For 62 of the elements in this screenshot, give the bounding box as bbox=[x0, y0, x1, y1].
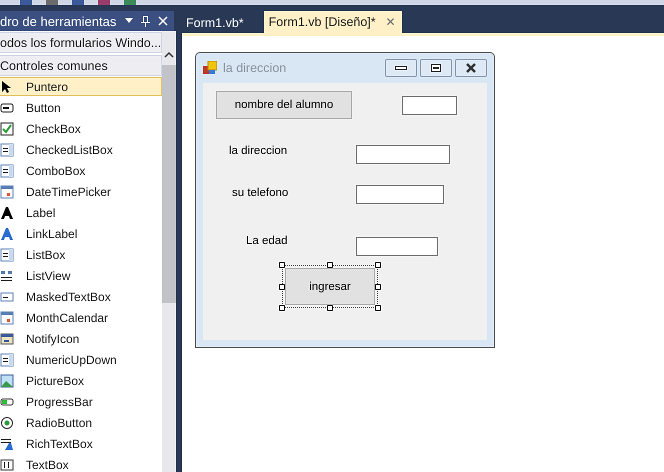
toolbox-item[interactable]: CheckedListBox bbox=[0, 140, 162, 159]
text-field[interactable] bbox=[356, 237, 438, 256]
form-title: la direccion bbox=[223, 61, 286, 75]
toolbox-item[interactable]: ProgressBar bbox=[0, 392, 162, 411]
toolbox-item[interactable]: RichTextBox bbox=[0, 434, 162, 453]
resize-handle[interactable] bbox=[327, 305, 333, 311]
toolbox-item[interactable]: PictureBox bbox=[0, 371, 162, 390]
close-icon bbox=[465, 63, 477, 73]
resize-handle[interactable] bbox=[279, 305, 285, 311]
close-button[interactable] bbox=[455, 59, 487, 77]
maximize-button[interactable] bbox=[420, 59, 452, 77]
scrollbar[interactable] bbox=[162, 31, 176, 472]
minimize-button[interactable] bbox=[385, 59, 417, 77]
toolbox-title: dro de herramientas bbox=[0, 14, 116, 28]
form-button[interactable]: nombre del alumno bbox=[216, 91, 352, 119]
form-button[interactable]: ingresar bbox=[285, 268, 375, 305]
scroll-up-icon[interactable] bbox=[164, 51, 174, 59]
toolbox-item[interactable]: LinkLabel bbox=[0, 224, 162, 243]
text-field[interactable] bbox=[402, 96, 457, 115]
toolbox-item[interactable]: TextBox bbox=[0, 455, 162, 472]
dropdown-icon[interactable] bbox=[125, 18, 133, 24]
resize-handle[interactable] bbox=[279, 262, 285, 268]
close-icon[interactable] bbox=[158, 16, 168, 26]
text-field[interactable] bbox=[356, 145, 450, 164]
minimize-icon bbox=[395, 66, 407, 70]
resize-handle[interactable] bbox=[327, 262, 333, 268]
toolbox-item[interactable]: DateTimePicker bbox=[0, 182, 162, 201]
toolbox-item[interactable]: RadioButton bbox=[0, 413, 162, 432]
resize-handle[interactable] bbox=[375, 305, 381, 311]
close-tab-button[interactable]: ✕ bbox=[386, 15, 396, 29]
toolbox-item[interactable]: NumericUpDown bbox=[0, 350, 162, 369]
resize-handle[interactable] bbox=[375, 284, 381, 290]
form-label: La edad bbox=[246, 235, 288, 247]
resize-handle[interactable] bbox=[279, 284, 285, 290]
toolbox-item[interactable]: NotifyIcon bbox=[0, 329, 162, 348]
resize-handle[interactable] bbox=[375, 262, 381, 268]
label-icon bbox=[0, 206, 14, 220]
document-tab[interactable]: Form1.vb* bbox=[186, 13, 250, 33]
picture-box-icon bbox=[0, 374, 14, 388]
toolbox-item[interactable]: MonthCalendar bbox=[0, 308, 162, 327]
toolbox-item[interactable]: Button bbox=[0, 98, 162, 117]
toolbox-item[interactable]: Label bbox=[0, 203, 162, 222]
rich-text-box-icon bbox=[0, 436, 14, 450]
document-tab[interactable]: Form1.vb [Diseño]* ✕ bbox=[264, 11, 402, 33]
toolbox-item[interactable]: ListView bbox=[0, 266, 162, 285]
pin-icon[interactable] bbox=[141, 15, 150, 27]
toolbox-item[interactable]: Puntero bbox=[0, 77, 162, 96]
maximize-icon bbox=[431, 64, 441, 72]
toolbox-item[interactable]: CheckBox bbox=[0, 119, 162, 138]
form-label: la direccion bbox=[229, 145, 288, 157]
toolbox-item[interactable]: ComboBox bbox=[0, 161, 162, 180]
toolbox-group-header[interactable]: Controles comunes bbox=[0, 55, 162, 76]
form-label: su telefono bbox=[232, 187, 288, 199]
list-view-icon bbox=[0, 268, 14, 282]
scrollbar-thumb[interactable] bbox=[162, 65, 176, 303]
toolbox-item[interactable]: ListBox bbox=[0, 245, 162, 264]
form-icon bbox=[203, 61, 217, 75]
toolbox-group-header[interactable]: odos los formularios Windo... bbox=[0, 32, 162, 53]
text-field[interactable] bbox=[356, 185, 444, 204]
label-icon bbox=[0, 226, 14, 240]
notify-icon bbox=[0, 332, 14, 346]
toolbox-item[interactable]: MaskedTextBox bbox=[0, 287, 162, 306]
